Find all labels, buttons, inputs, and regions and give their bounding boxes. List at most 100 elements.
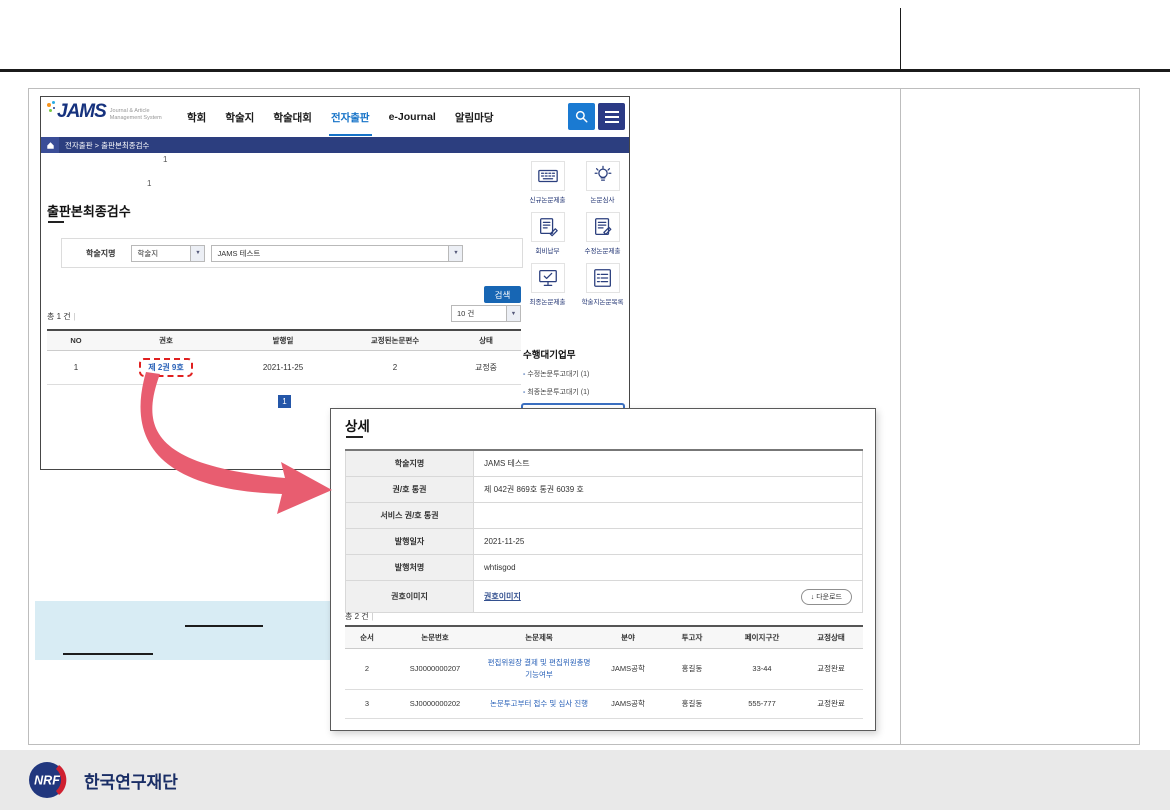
cell-corrected: 2 (339, 351, 451, 385)
search-button[interactable] (568, 103, 595, 130)
footer: NRF 한국연구재단 (0, 750, 1170, 810)
cell-article-no: SJ0000000207 (389, 649, 481, 690)
stray-mark-1: 1 (163, 155, 167, 164)
journal-name-label: 학술지명 (86, 248, 115, 259)
stray-mark-2: 1 (147, 179, 151, 188)
fee-payment-icon (531, 212, 565, 242)
nrf-logo: NRF (26, 760, 78, 800)
journal-type-select[interactable]: 학술지 ▼ (131, 245, 205, 262)
nav-item-notice[interactable]: 알림마당 (455, 97, 494, 137)
quickmenu-article-list[interactable]: 학술지논문목록 (576, 263, 629, 306)
note-blank-line (185, 625, 263, 627)
table-row: 2 SJ0000000207 편집위원장 결제 및 편집위원총명 기능여부 JA… (345, 649, 863, 690)
article-title-link[interactable]: 논문투고부터 접수 및 심사 진행 (490, 699, 588, 708)
header-rule (0, 69, 1170, 72)
search-submit-button[interactable]: 검색 (484, 286, 521, 303)
field-row: 권/호 통권 제 042권 869호 통권 6039 호 (346, 477, 863, 503)
cell-submitter: 홍길동 (659, 690, 725, 719)
nav-item-society[interactable]: 학회 (187, 97, 206, 137)
detail-popup: 상세 학술지명 JAMS 테스트 권/호 통권 제 042권 869호 통권 6… (330, 408, 876, 731)
menu-button[interactable] (598, 103, 625, 130)
field-label: 발행일자 (346, 529, 474, 555)
nav-item-epublish[interactable]: 전자출판 (331, 97, 370, 137)
table-row: 3 SJ0000000202 논문투고부터 접수 및 심사 진행 JAMS공학 … (345, 690, 863, 719)
field-value: 제 042권 869호 통권 6039 호 (474, 477, 863, 503)
cell-order: 2 (345, 649, 389, 690)
col-submitter-header: 투고자 (659, 626, 725, 649)
quickmenu-new-submit[interactable]: 신규논문제출 (521, 161, 574, 204)
field-row: 서비스 권/호 통권 (346, 503, 863, 529)
table-header-row: NO 권호 발행일 교정된논문편수 상태 (47, 330, 521, 351)
col-title-header: 논문제목 (481, 626, 597, 649)
volume-image-link[interactable]: 권호이미지 (484, 591, 521, 602)
nav-item-journal[interactable]: 학술지 (225, 97, 254, 137)
cell-status: 교정중 (451, 351, 521, 385)
breadcrumb: 전자출판 > 출판본최종검수 (65, 140, 149, 151)
note-blank-line (63, 653, 153, 655)
field-value (474, 503, 863, 529)
quickmenu-revise-submit[interactable]: 수정논문제출 (576, 212, 629, 255)
col-volume-header: 권호 (105, 330, 227, 351)
cell-no: 1 (47, 351, 105, 385)
field-label: 권호이미지 (346, 581, 474, 613)
final-submit-icon (531, 263, 565, 293)
col-no-header: NO (47, 330, 105, 351)
note-box (35, 601, 331, 660)
svg-text:NRF: NRF (34, 774, 60, 788)
header-divider-line (900, 8, 901, 69)
search-icon (574, 109, 589, 124)
field-label: 권/호 통권 (346, 477, 474, 503)
footer-org-name: 한국연구재단 (84, 768, 178, 793)
quickmenu-fee[interactable]: 회비납부 (521, 212, 574, 255)
field-row: 학술지명 JAMS 테스트 (346, 450, 863, 477)
cell-field: JAMS공학 (597, 649, 659, 690)
volume-link[interactable]: 제 2권 9호 (139, 358, 192, 377)
result-count: 총 1 건| (47, 311, 76, 322)
quickmenu-review[interactable]: 논문심사 (576, 161, 629, 204)
volume-table: NO 권호 발행일 교정된논문편수 상태 1 제 2권 9호 2021-11-2… (47, 329, 521, 385)
cell-pubdate: 2021-11-25 (227, 351, 339, 385)
cell-article-no: SJ0000000202 (389, 690, 481, 719)
page-size-select[interactable]: 10 건 ▼ (451, 305, 521, 322)
field-row: 발행일자 2021-11-25 (346, 529, 863, 555)
home-icon[interactable] (41, 137, 59, 153)
cell-proof-status: 교정완료 (799, 649, 863, 690)
cell-proof-status: 교정완료 (799, 690, 863, 719)
cell-title: 논문투고부터 접수 및 심사 진행 (481, 690, 597, 719)
top-nav: JAMS Journal & ArticleManagement System … (41, 97, 629, 137)
col-field-header: 분야 (597, 626, 659, 649)
chevron-down-icon: ▼ (448, 246, 462, 261)
col-article-no-header: 논문번호 (389, 626, 481, 649)
revise-submit-icon (586, 212, 620, 242)
cell-field: JAMS공학 (597, 690, 659, 719)
popup-title-underline (346, 436, 363, 438)
chevron-down-icon: ▼ (506, 306, 520, 321)
title-underline (48, 221, 64, 223)
cell-pages: 555-777 (725, 690, 799, 719)
table-header-row: 순서 논문번호 논문제목 분야 투고자 페이지구간 교정상태 (345, 626, 863, 649)
jams-logo[interactable]: JAMS Journal & ArticleManagement System (47, 101, 162, 123)
journal-name-select[interactable]: JAMS 테스트 ▼ (211, 245, 463, 262)
main-menu: 학회 학술지 학술대회 전자출판 e-Journal 알림마당 (187, 97, 494, 137)
field-row: 권호이미지 권호이미지 ↓ 다운로드 (346, 581, 863, 613)
nav-item-conference[interactable]: 학술대회 (273, 97, 312, 137)
detail-fields-table: 학술지명 JAMS 테스트 권/호 통권 제 042권 869호 통권 6039… (345, 449, 863, 613)
quickmenu-final-submit[interactable]: 최종논문제출 (521, 263, 574, 306)
page-title: 출판본최종검수 (47, 201, 131, 220)
breadcrumb-bar: 전자출판 > 출판본최종검수 (41, 137, 629, 153)
col-pubdate-header: 발행일 (227, 330, 339, 351)
col-pages-header: 페이지구간 (725, 626, 799, 649)
pagination-page-1[interactable]: 1 (278, 395, 291, 408)
article-table: 순서 논문번호 논문제목 분야 투고자 페이지구간 교정상태 2 SJ00000… (345, 625, 863, 719)
col-status-header: 상태 (451, 330, 521, 351)
hamburger-icon (605, 111, 619, 113)
table-row: 1 제 2권 9호 2021-11-25 2 교정중 (47, 351, 521, 385)
pending-task-item[interactable]: -수정논문투고대기 (1) (523, 369, 589, 379)
field-value: 권호이미지 ↓ 다운로드 (474, 581, 863, 613)
article-title-link[interactable]: 편집위원장 결제 및 편집위원총명 기능여부 (488, 658, 591, 679)
pending-task-item[interactable]: -최종논문투고대기 (1) (523, 387, 589, 397)
nav-item-ejournal[interactable]: e-Journal (389, 97, 436, 137)
article-count: 총 2 건| (345, 611, 374, 622)
download-button[interactable]: ↓ 다운로드 (801, 589, 852, 605)
cell-pages: 33-44 (725, 649, 799, 690)
